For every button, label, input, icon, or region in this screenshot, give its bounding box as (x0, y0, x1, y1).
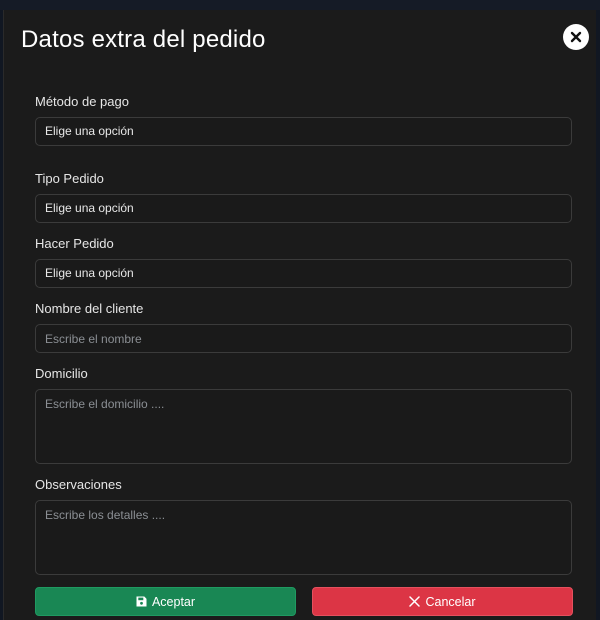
x-icon (409, 596, 421, 607)
save-icon (136, 596, 147, 607)
place-order-select[interactable]: Elige una opción (35, 259, 572, 288)
modal-title: Datos extra del pedido (21, 26, 266, 53)
order-extra-data-modal: Datos extra del pedido Método de pago El… (3, 10, 596, 620)
notes-label: Observaciones (35, 477, 122, 492)
accept-button-label: Aceptar (151, 594, 196, 609)
order-type-select[interactable]: Elige una opción (35, 194, 572, 223)
notes-textarea[interactable] (35, 500, 572, 575)
place-order-label: Hacer Pedido (35, 236, 114, 251)
order-type-label: Tipo Pedido (35, 171, 104, 186)
accept-button[interactable]: Aceptar (35, 587, 296, 616)
address-textarea[interactable] (35, 389, 572, 464)
address-label: Domicilio (35, 366, 88, 381)
close-icon (570, 31, 582, 43)
background-topbar (0, 0, 600, 10)
cancel-button[interactable]: Cancelar (312, 587, 573, 616)
cancel-button-label: Cancelar (425, 594, 476, 609)
payment-method-label: Método de pago (35, 94, 129, 109)
close-button[interactable] (563, 24, 589, 50)
customer-name-input[interactable] (35, 324, 572, 353)
customer-name-label: Nombre del cliente (35, 301, 144, 316)
payment-method-select[interactable]: Elige una opción (35, 117, 572, 146)
